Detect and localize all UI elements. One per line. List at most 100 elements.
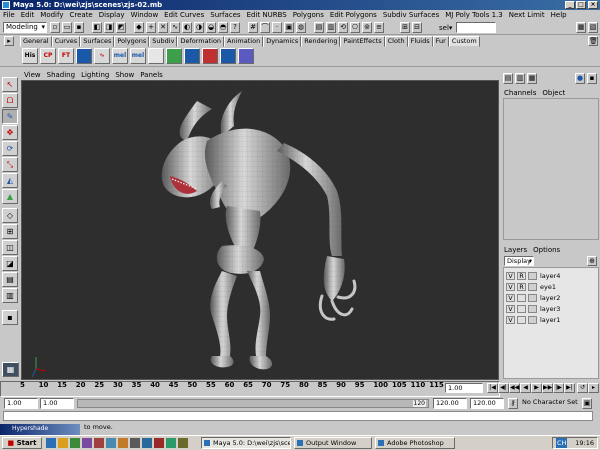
quicklaunch-app1-icon[interactable]	[70, 438, 80, 448]
shelf-button-cube-icon[interactable]	[76, 48, 92, 64]
menu-next-limit[interactable]: Next Limit	[506, 10, 548, 20]
layer-color-swatch[interactable]	[528, 283, 537, 291]
step-forward-key-icon[interactable]: |▶	[553, 383, 564, 393]
play-backwards-icon[interactable]: ◀	[520, 383, 531, 393]
layer-color-swatch[interactable]	[528, 272, 537, 280]
shelf-tab-subdiv[interactable]: Subdiv	[149, 36, 178, 47]
construction-history-icon[interactable]: ⟲	[338, 22, 348, 33]
perspective-viewport[interactable]	[21, 80, 499, 380]
menu-modify[interactable]: Modify	[37, 10, 66, 20]
channel-box-tab-channels[interactable]: Channels	[501, 88, 539, 98]
channel-box-sphere-icon[interactable]: ●	[575, 73, 585, 84]
select-tool-icon[interactable]: ↖	[2, 77, 18, 92]
select-object-icon[interactable]: ◨	[104, 22, 114, 33]
shelf-tab-curves[interactable]: Curves	[51, 36, 81, 47]
taskbar-item-output-window[interactable]: Output Window	[294, 437, 372, 449]
menu-surfaces[interactable]: Surfaces	[207, 10, 243, 20]
shelf-tab-painteffects[interactable]: PaintEffects	[340, 36, 385, 47]
make-live-icon[interactable]: ◍	[296, 22, 306, 33]
shelf-tab-surfaces[interactable]: Surfaces	[80, 36, 115, 47]
panel-menu-shading[interactable]: Shading	[44, 70, 78, 80]
selection-field[interactable]	[456, 22, 496, 33]
step-back-key-icon[interactable]: ◀|	[498, 383, 509, 393]
layout-outliner-icon[interactable]: ▥	[2, 288, 18, 303]
shelf-tab-fur[interactable]: Fur	[432, 36, 449, 47]
attribute-editor-toggle-icon[interactable]: ▧	[588, 22, 598, 33]
quicklaunch-app5-icon[interactable]	[118, 438, 128, 448]
taskbar-item-maya[interactable]: Maya 5.0: D:\wei\zjs\sce...	[201, 437, 291, 449]
paint-select-tool-icon[interactable]: ✎	[2, 109, 18, 124]
menu-edit-polygons[interactable]: Edit Polygons	[327, 10, 380, 20]
layout-two-icon[interactable]: ◫	[2, 240, 18, 255]
channel-box-layout-icon[interactable]: ▤	[503, 73, 513, 84]
manipulator-tool-icon[interactable]: ◭	[2, 173, 18, 188]
play-forwards-icon[interactable]: ▶	[531, 383, 542, 393]
layer-row[interactable]: Vlayer3	[506, 304, 598, 314]
shelf-menu-icon[interactable]: ▸	[4, 36, 14, 46]
menu-edit-nurbs[interactable]: Edit NURBS	[244, 10, 290, 20]
render-region-icon[interactable]: ⊟	[412, 22, 422, 33]
layer-reference-toggle[interactable]: R	[517, 272, 526, 280]
quicklaunch-desktop-icon[interactable]	[46, 438, 56, 448]
menu-polygons[interactable]: Polygons	[290, 10, 327, 20]
quicklaunch-app10-icon[interactable]	[178, 438, 188, 448]
layer-row[interactable]: Vlayer1	[506, 315, 598, 325]
shelf-tab-polygons[interactable]: Polygons	[114, 36, 150, 47]
quicklaunch-app2-icon[interactable]	[82, 438, 92, 448]
layer-color-swatch[interactable]	[528, 316, 537, 324]
current-time-field[interactable]: 1.00	[445, 383, 483, 393]
trash-icon[interactable]: 🗑	[588, 36, 598, 46]
shelf-button-split-icon[interactable]	[220, 48, 236, 64]
layer-visibility-toggle[interactable]: V	[506, 272, 515, 280]
render-icon[interactable]: ⎔	[350, 22, 360, 33]
shelf-button-green-icon[interactable]	[166, 48, 182, 64]
layer-reference-toggle[interactable]	[517, 305, 526, 313]
layer-reference-toggle[interactable]	[517, 316, 526, 324]
render-view-icon[interactable]: ⊞	[400, 22, 410, 33]
range-slider[interactable]: 120	[77, 399, 429, 408]
menu-edit[interactable]: Edit	[18, 10, 38, 20]
shelf-button-mel-1[interactable]: mel	[112, 48, 128, 64]
close-button[interactable]: ×	[588, 1, 598, 9]
shelf-button-curve-icon[interactable]: ∿	[94, 48, 110, 64]
channel-box-toggle-icon[interactable]: ▦	[576, 22, 586, 33]
layout-single-icon[interactable]: ◇	[2, 208, 18, 223]
layer-editor-tab-layers[interactable]: Layers	[501, 245, 530, 255]
playback-start-field[interactable]: 1.00	[40, 398, 74, 409]
shelf-button-center-pivot[interactable]: CP	[40, 48, 56, 64]
language-indicator[interactable]: CH	[556, 438, 568, 448]
channel-box-layout3-icon[interactable]: ▦	[527, 73, 537, 84]
misc-mask-icon[interactable]: ?	[230, 22, 240, 33]
shelf-tab-rendering[interactable]: Rendering	[301, 36, 341, 47]
go-to-start-icon[interactable]: |◀	[487, 383, 498, 393]
menu-display[interactable]: Display	[96, 10, 128, 20]
new-scene-icon[interactable]: ▫	[50, 22, 60, 33]
shelf-button-freeze-transforms[interactable]: FT	[58, 48, 74, 64]
start-button[interactable]: ■ Start	[2, 437, 42, 449]
scale-tool-icon[interactable]: ⤡	[2, 157, 18, 172]
snap-view-icon[interactable]: ▣	[284, 22, 294, 33]
playback-end-field[interactable]: 120.00	[433, 398, 467, 409]
end-time-field[interactable]: 120.00	[470, 398, 504, 409]
channel-box-options-icon[interactable]: ▪	[587, 73, 597, 84]
open-scene-icon[interactable]: ▭	[62, 22, 72, 33]
hypershade-panel-icon[interactable]: ▦	[2, 362, 19, 377]
channel-box-tab-object[interactable]: Object	[539, 88, 568, 98]
ipr-render-icon[interactable]: ⊚	[362, 22, 372, 33]
select-hierarchy-icon[interactable]: ◧	[92, 22, 102, 33]
shelf-button-smooth-icon[interactable]	[184, 48, 200, 64]
input-ops-icon[interactable]: ▤	[314, 22, 324, 33]
rotate-tool-icon[interactable]: ⟳	[2, 141, 18, 156]
menu-file[interactable]: File	[0, 10, 18, 20]
quicklaunch-app6-icon[interactable]	[130, 438, 140, 448]
quicklaunch-app8-icon[interactable]	[154, 438, 164, 448]
shelf-button-extrude-icon[interactable]	[238, 48, 254, 64]
quicklaunch-app4-icon[interactable]	[106, 438, 116, 448]
maximize-button[interactable]: □	[576, 1, 586, 9]
panel-menu-view[interactable]: View	[21, 70, 44, 80]
shelf-tab-cloth[interactable]: Cloth	[384, 36, 408, 47]
step-forward-frame-icon[interactable]: ▶▶	[542, 383, 553, 393]
layer-color-swatch[interactable]	[528, 294, 537, 302]
shelf-tab-custom[interactable]: Custom	[448, 36, 480, 47]
layout-persp-graph-icon[interactable]: ◪	[2, 256, 18, 271]
